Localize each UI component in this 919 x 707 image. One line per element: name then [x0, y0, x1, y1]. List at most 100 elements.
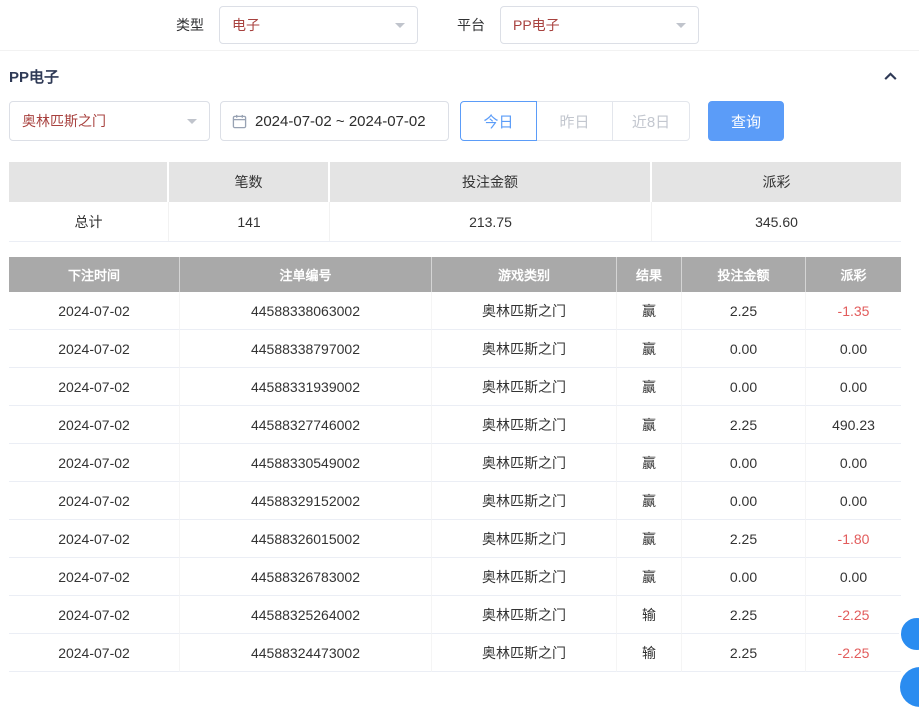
table-row: 2024-07-02 44588331939002 奥林匹斯之门 赢 0.00 …: [9, 368, 901, 406]
section-title: PP电子: [9, 66, 59, 87]
cell-result: 赢: [617, 330, 682, 368]
platform-label: 平台: [457, 15, 485, 35]
cell-payout: 0.00: [806, 444, 901, 482]
cell-bet-amount: 0.00: [682, 444, 806, 482]
cell-bet-time: 2024-07-02: [9, 406, 180, 444]
cell-payout: 0.00: [806, 368, 901, 406]
caret-down-icon: [187, 119, 197, 124]
table-row: 2024-07-02 44588330549002 奥林匹斯之门 赢 0.00 …: [9, 444, 901, 482]
header-payout: 派彩: [806, 257, 901, 292]
summary-header-row: 笔数 投注金额 派彩: [9, 162, 901, 202]
type-select[interactable]: 电子: [219, 6, 418, 44]
summary-header-count: 笔数: [169, 162, 330, 202]
cell-payout: 490.23: [806, 406, 901, 444]
cell-result: 赢: [617, 368, 682, 406]
table-row: 2024-07-02 44588326015002 奥林匹斯之门 赢 2.25 …: [9, 520, 901, 558]
cell-game-type: 奥林匹斯之门: [432, 596, 617, 634]
yesterday-button[interactable]: 昨日: [536, 101, 613, 141]
filter-row: 奥林匹斯之门 2024-07-02 ~ 2024-07-02 今日 昨日 近8日…: [9, 101, 919, 141]
cell-order-id: 44588329152002: [180, 482, 432, 520]
cell-result: 赢: [617, 520, 682, 558]
query-button[interactable]: 查询: [708, 101, 784, 141]
cell-result: 输: [617, 634, 682, 672]
cell-bet-time: 2024-07-02: [9, 444, 180, 482]
cell-bet-amount: 0.00: [682, 558, 806, 596]
cell-payout: -1.35: [806, 292, 901, 330]
header-order-id: 注单编号: [180, 257, 432, 292]
bet-table-header-row: 下注时间 注单编号 游戏类别 结果 投注金额 派彩: [9, 257, 901, 292]
table-row: 2024-07-02 44588327746002 奥林匹斯之门 赢 2.25 …: [9, 406, 901, 444]
section-header: PP电子: [9, 66, 899, 87]
cell-bet-time: 2024-07-02: [9, 292, 180, 330]
cell-bet-amount: 0.00: [682, 368, 806, 406]
cell-bet-amount: 2.25: [682, 596, 806, 634]
chevron-up-icon: [882, 68, 899, 85]
header-result: 结果: [617, 257, 682, 292]
caret-down-icon: [395, 23, 405, 28]
cell-payout: -2.25: [806, 596, 901, 634]
cell-bet-time: 2024-07-02: [9, 330, 180, 368]
calendar-icon: [232, 114, 247, 129]
cell-order-id: 44588324473002: [180, 634, 432, 672]
cell-bet-time: 2024-07-02: [9, 368, 180, 406]
cell-game-type: 奥林匹斯之门: [432, 368, 617, 406]
table-row: 2024-07-02 44588338797002 奥林匹斯之门 赢 0.00 …: [9, 330, 901, 368]
cell-order-id: 44588330549002: [180, 444, 432, 482]
cell-bet-amount: 2.25: [682, 520, 806, 558]
summary-total-count: 141: [169, 202, 330, 241]
cell-result: 赢: [617, 444, 682, 482]
cell-bet-time: 2024-07-02: [9, 520, 180, 558]
cell-payout: 0.00: [806, 558, 901, 596]
cell-result: 输: [617, 596, 682, 634]
platform-select[interactable]: PP电子: [500, 6, 699, 44]
cell-result: 赢: [617, 406, 682, 444]
cell-bet-time: 2024-07-02: [9, 482, 180, 520]
floating-chat-button[interactable]: [900, 667, 919, 707]
cell-payout: 0.00: [806, 482, 901, 520]
caret-down-icon: [676, 23, 686, 28]
floating-support-button[interactable]: [899, 616, 919, 652]
date-range-value: 2024-07-02 ~ 2024-07-02: [255, 113, 426, 130]
cell-bet-time: 2024-07-02: [9, 558, 180, 596]
cell-payout: -1.80: [806, 520, 901, 558]
collapse-section-button[interactable]: [882, 68, 899, 85]
cell-bet-amount: 2.25: [682, 406, 806, 444]
header-game-type: 游戏类别: [432, 257, 617, 292]
table-row: 2024-07-02 44588338063002 奥林匹斯之门 赢 2.25 …: [9, 292, 901, 330]
cell-game-type: 奥林匹斯之门: [432, 444, 617, 482]
cell-bet-amount: 2.25: [682, 292, 806, 330]
summary-header-payout: 派彩: [652, 162, 901, 202]
bet-records-table: 下注时间 注单编号 游戏类别 结果 投注金额 派彩 2024-07-02 445…: [9, 257, 901, 672]
table-row: 2024-07-02 44588325264002 奥林匹斯之门 输 2.25 …: [9, 596, 901, 634]
cell-order-id: 44588338063002: [180, 292, 432, 330]
platform-select-value: PP电子: [513, 15, 560, 35]
cell-game-type: 奥林匹斯之门: [432, 520, 617, 558]
game-select[interactable]: 奥林匹斯之门: [9, 101, 210, 141]
summary-total-row: 总计 141 213.75 345.60: [9, 202, 901, 242]
cell-payout: -2.25: [806, 634, 901, 672]
today-button[interactable]: 今日: [460, 101, 537, 141]
cell-order-id: 44588338797002: [180, 330, 432, 368]
summary-total-label: 总计: [9, 202, 169, 241]
table-row: 2024-07-02 44588329152002 奥林匹斯之门 赢 0.00 …: [9, 482, 901, 520]
date-range-input[interactable]: 2024-07-02 ~ 2024-07-02: [220, 101, 449, 141]
cell-game-type: 奥林匹斯之门: [432, 292, 617, 330]
header-bet-amount: 投注金额: [682, 257, 806, 292]
bet-table-body: 2024-07-02 44588338063002 奥林匹斯之门 赢 2.25 …: [9, 292, 901, 672]
cell-game-type: 奥林匹斯之门: [432, 482, 617, 520]
summary-header-bet-amount: 投注金额: [330, 162, 652, 202]
cell-result: 赢: [617, 482, 682, 520]
cell-order-id: 44588327746002: [180, 406, 432, 444]
cell-game-type: 奥林匹斯之门: [432, 330, 617, 368]
header-bet-time: 下注时间: [9, 257, 180, 292]
summary-header-blank: [9, 162, 169, 202]
cell-game-type: 奥林匹斯之门: [432, 558, 617, 596]
type-label: 类型: [176, 15, 204, 35]
last-8-days-button[interactable]: 近8日: [612, 101, 690, 141]
summary-table: 笔数 投注金额 派彩 总计 141 213.75 345.60: [9, 162, 901, 242]
top-filter-bar: 类型 电子 平台 PP电子: [0, 0, 919, 51]
cell-payout: 0.00: [806, 330, 901, 368]
cell-result: 赢: [617, 558, 682, 596]
cell-bet-time: 2024-07-02: [9, 634, 180, 672]
summary-total-bet-amount: 213.75: [330, 202, 652, 241]
